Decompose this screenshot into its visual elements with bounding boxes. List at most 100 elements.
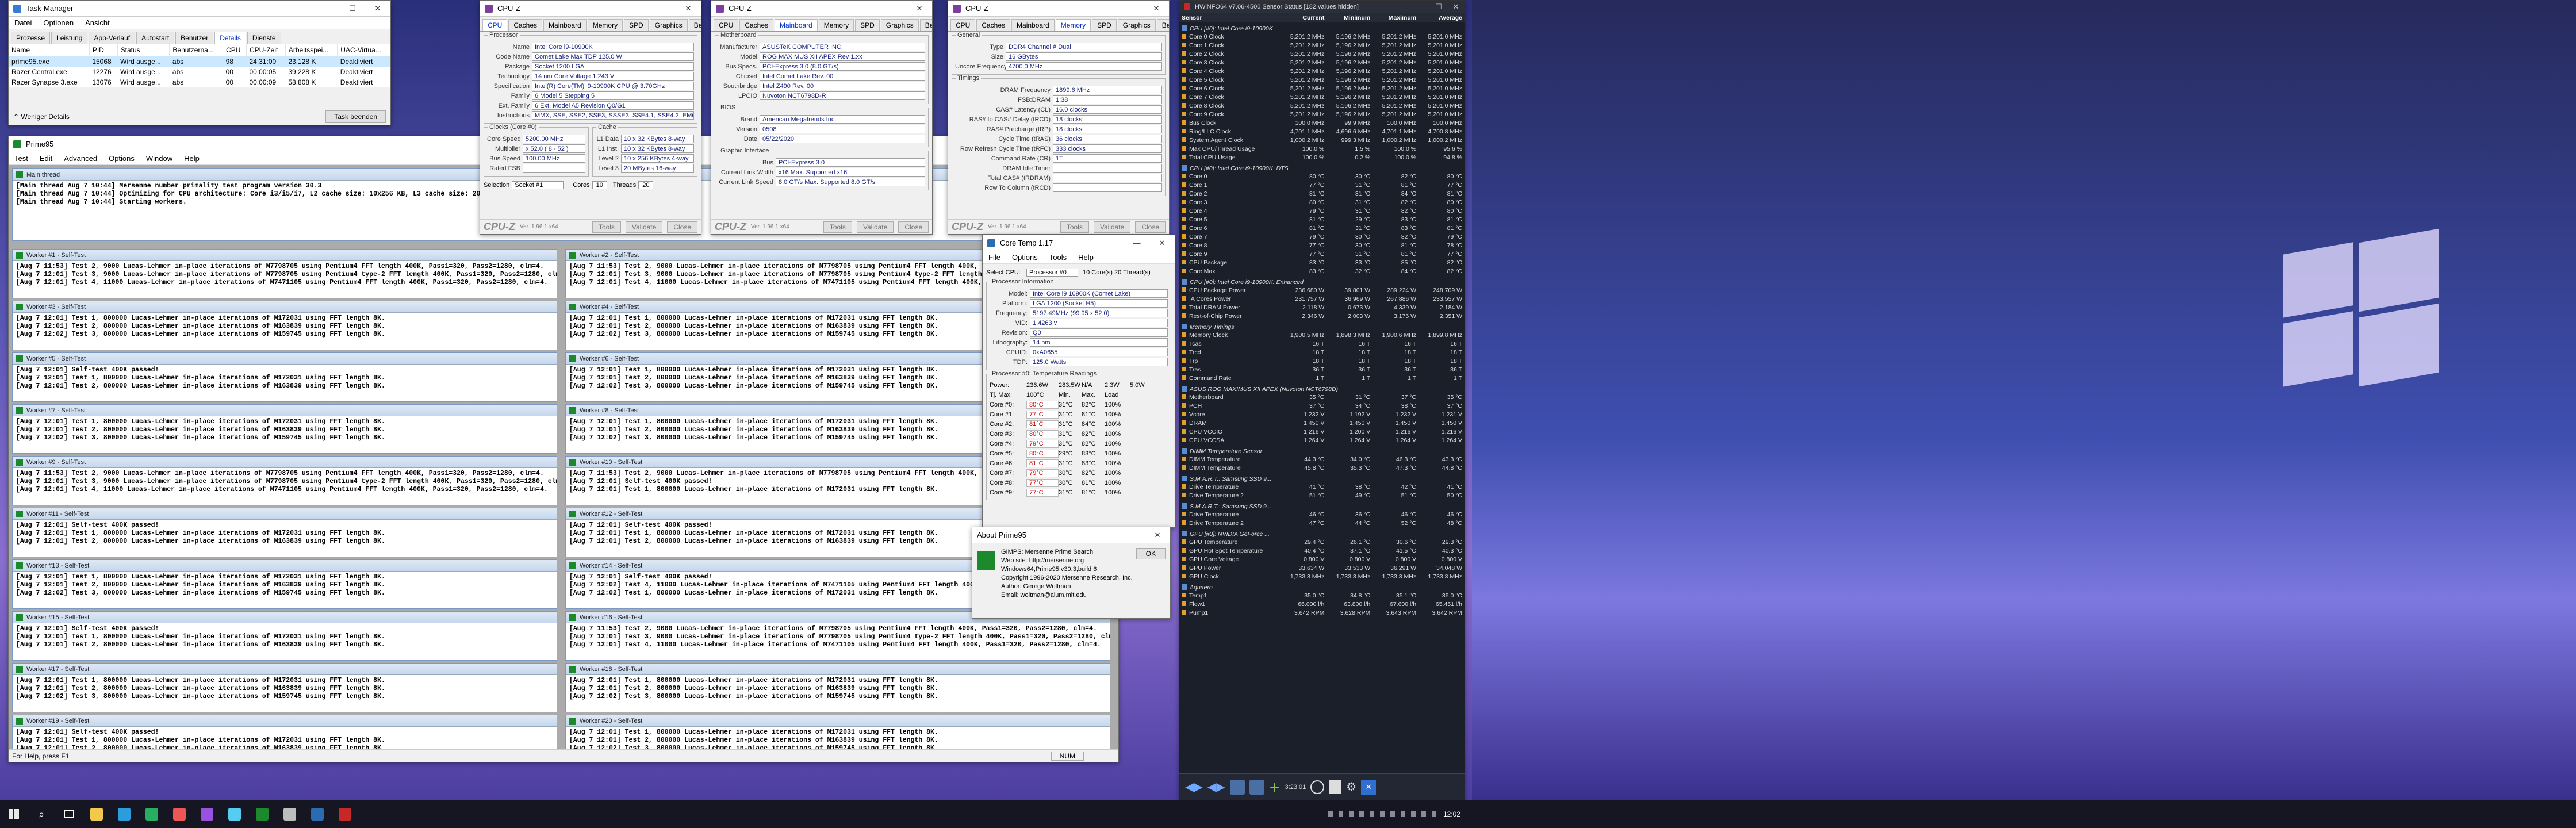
sensor-row[interactable]: DRAM 1.450 V 1.450 V 1.450 V 1.450 V xyxy=(1179,419,1465,427)
sensor-row[interactable]: Core 7 79 °C 30 °C 82 °C 79 °C xyxy=(1179,232,1465,241)
sensor-row[interactable]: CPU Package Power 236.680 W 39.801 W 289.22… xyxy=(1179,286,1465,294)
sensor-section[interactable]: CPU [#0]: Intel Core i9-10900K: Enhanced xyxy=(1179,275,1465,286)
table-row[interactable]: Razer Central.exe 12276 Wird ausge... abs 00… xyxy=(9,67,390,77)
sensor-row[interactable]: Bus Clock 100.0 MHz 99.9 MHz 100.0 MHz 100.0… xyxy=(1179,118,1465,127)
tab-bench[interactable]: Bench xyxy=(919,19,932,31)
sensor-row[interactable]: Core 0 Clock 5,201.2 MHz 5,196.2 MHz 5,201.… xyxy=(1179,32,1465,41)
sensor-row[interactable]: Core 5 Clock 5,201.2 MHz 5,196.2 MHz 5,201.… xyxy=(1179,75,1465,84)
sensor-row[interactable]: Trcd 18 T 18 T 18 T 18 T xyxy=(1179,348,1465,356)
worker-titlebar[interactable]: Worker #13 - Self-Test xyxy=(13,560,557,572)
taskbar-app-5[interactable] xyxy=(193,800,221,828)
sensor-row[interactable]: Drive Temperature 2 47 °C 44 °C 52 °C 48 °C xyxy=(1179,519,1465,527)
sensor-row[interactable]: GPU Hot Spot Temperature 40.4 °C 37.1 °C 41… xyxy=(1179,546,1465,555)
sensor-row[interactable]: Core 5 81 °C 29 °C 83 °C 81 °C xyxy=(1179,215,1465,224)
worker-titlebar[interactable]: Worker #11 - Self-Test xyxy=(13,508,557,520)
tab-cpu[interactable]: CPU xyxy=(482,19,508,31)
expand-icon[interactable] xyxy=(1182,476,1187,481)
sensor-row[interactable]: CPU VCCSA 1.264 V 1.264 V 1.264 V 1.264 V xyxy=(1179,436,1465,444)
sensor-section[interactable]: DIMM Temperature Sensor xyxy=(1179,444,1465,455)
settings-icon[interactable]: ⚙ xyxy=(1346,780,1356,794)
sensor-row[interactable]: Core 8 Clock 5,201.2 MHz 5,196.2 MHz 5,201.… xyxy=(1179,101,1465,110)
tab-cpu[interactable]: CPU xyxy=(714,19,739,31)
column-header-cpu[interactable]: CPU xyxy=(223,44,247,56)
monitor-icon[interactable] xyxy=(1249,779,1264,795)
validate-button[interactable]: Validate xyxy=(856,221,894,233)
sensor-section[interactable]: Memory Timings xyxy=(1179,320,1465,331)
worker-titlebar[interactable]: Worker #9 - Self-Test xyxy=(13,457,557,468)
sensor-row[interactable]: Core 0 80 °C 30 °C 82 °C 80 °C xyxy=(1179,172,1465,181)
expand-icon[interactable] xyxy=(1182,448,1187,454)
tab-graphics[interactable]: Graphics xyxy=(880,19,919,31)
expand-icon[interactable] xyxy=(1182,279,1187,285)
menu-item-options[interactable]: Options xyxy=(1006,253,1044,262)
worker-titlebar[interactable]: Worker #15 - Self-Test xyxy=(13,612,557,623)
minimize-icon[interactable]: — xyxy=(315,1,340,17)
sensor-row[interactable]: GPU Core Voltage 0.800 V 0.800 V 0.800 V 0.8… xyxy=(1179,555,1465,564)
tab-mainboard[interactable]: Mainboard xyxy=(775,19,818,31)
sensor-row[interactable]: Command Rate 1 T 1 T 1 T 1 T xyxy=(1179,374,1465,382)
minimize-icon[interactable]: — xyxy=(1118,1,1144,17)
sensor-row[interactable]: Trp 18 T 18 T 18 T 18 T xyxy=(1179,356,1465,365)
tab-benutzer[interactable]: Benutzer xyxy=(175,32,214,44)
sensor-row[interactable]: Rest-of-Chip Power 2.346 W 2.003 W 3.176 W 2… xyxy=(1179,312,1465,320)
worker-window-13[interactable]: Worker #13 - Self-Test [Aug 7 12:01] Test… xyxy=(12,559,557,609)
task-manager-titlebar[interactable]: Task-Manager — ☐ ✕ xyxy=(9,1,390,17)
worker-window-9[interactable]: Worker #9 - Self-Test [Aug 7 11:53] Test … xyxy=(12,456,557,505)
close-icon[interactable]: ✕ xyxy=(907,1,932,17)
worker-titlebar[interactable]: Worker #20 - Self-Test xyxy=(566,715,1110,727)
validate-button[interactable]: Validate xyxy=(625,221,663,233)
sensor-row[interactable]: Temp1 35.0 °C 34.8 °C 35.1 °C 35.0 °C xyxy=(1179,591,1465,600)
close-sensors-icon[interactable]: ✕ xyxy=(1361,779,1377,795)
sensor-row[interactable]: GPU Clock 1,733.3 MHz 1,733.3 MHz 1,733.3 M… xyxy=(1179,572,1465,581)
sensor-row[interactable]: IA Cores Power 231.757 W 36.969 W 267.886 W… xyxy=(1179,294,1465,303)
tools-button[interactable]: Tools xyxy=(823,221,852,233)
ok-button[interactable]: OK xyxy=(1136,548,1166,559)
sensor-section[interactable]: ASUS ROG MAXIMUS XII APEX (Nuvoton NCT67… xyxy=(1179,382,1465,393)
tab-spd[interactable]: SPD xyxy=(624,19,649,31)
menu-item-datei[interactable]: Datei xyxy=(9,18,37,27)
worker-window-1[interactable]: Worker #1 - Self-Test [Aug 7 11:53] Test … xyxy=(12,249,557,298)
expand-icon[interactable] xyxy=(1182,531,1187,536)
sensor-section[interactable]: S.M.A.R.T.: Samsung SSD 9... xyxy=(1179,472,1465,482)
table-row[interactable]: prime95.exe 15068 Wird ausge... abs 98 24:31:… xyxy=(9,56,390,67)
tools-button[interactable]: Tools xyxy=(1060,221,1089,233)
worker-titlebar[interactable]: Worker #19 - Self-Test xyxy=(13,715,557,727)
worker-titlebar[interactable]: Worker #3 - Self-Test xyxy=(13,301,557,313)
tab-bench[interactable]: Bench xyxy=(688,19,701,31)
column-header-benutzerna[interactable]: Benutzerna... xyxy=(169,44,224,56)
minimize-icon[interactable]: — xyxy=(1124,235,1149,251)
clock-icon[interactable] xyxy=(1310,780,1325,794)
task-view-button[interactable] xyxy=(55,800,83,828)
close-button[interactable]: Close xyxy=(898,221,929,233)
close-icon[interactable]: ✕ xyxy=(1149,235,1175,251)
sensor-row[interactable]: Core 1 77 °C 31 °C 81 °C 77 °C xyxy=(1179,181,1465,189)
worker-window-17[interactable]: Worker #17 - Self-Test [Aug 7 12:01] Test… xyxy=(12,663,557,712)
tray-icons[interactable] xyxy=(1328,811,1438,817)
taskbar-app-1[interactable] xyxy=(83,800,110,828)
tab-memory[interactable]: Memory xyxy=(1055,19,1091,31)
expand-icon[interactable] xyxy=(1182,165,1187,171)
taskbar-app-2[interactable] xyxy=(110,800,138,828)
column-header-minimum[interactable]: Minimum xyxy=(1327,13,1373,22)
sensor-row[interactable]: GPU Power 33.634 W 33.533 W 36.291 W 34.048 … xyxy=(1179,564,1465,572)
sensor-section[interactable]: CPU [#0]: Intel Core i9-10900K: DTS xyxy=(1179,162,1465,172)
search-button[interactable]: ⌕ xyxy=(28,800,55,828)
clock[interactable]: 12:02 xyxy=(1443,810,1460,818)
close-icon[interactable]: ✕ xyxy=(1145,527,1170,543)
expand-icon[interactable] xyxy=(1182,584,1187,590)
table-row[interactable]: Razer Synapse 3.exe 13076 Wird ausge... abs… xyxy=(9,77,390,87)
worker-window-3[interactable]: Worker #3 - Self-Test [Aug 7 12:01] Test … xyxy=(12,301,557,350)
tab-details[interactable]: Details xyxy=(214,32,246,44)
menu-item-window[interactable]: Window xyxy=(140,154,178,163)
sensor-row[interactable]: Core 9 77 °C 31 °C 81 °C 77 °C xyxy=(1179,250,1465,258)
sensor-row[interactable]: Tras 36 T 36 T 36 T 36 T xyxy=(1179,365,1465,374)
tab-graphics[interactable]: Graphics xyxy=(649,19,688,31)
add-icon[interactable]: ＋ xyxy=(1269,779,1281,795)
tab-dienste[interactable]: Dienste xyxy=(247,32,281,44)
menu-item-tools[interactable]: Tools xyxy=(1044,253,1072,262)
menu-item-edit[interactable]: Edit xyxy=(34,154,58,163)
sensor-row[interactable]: Drive Temperature 2 51 °C 49 °C 51 °C 50 °C xyxy=(1179,491,1465,500)
sensor-row[interactable]: Core Max 83 °C 32 °C 84 °C 82 °C xyxy=(1179,267,1465,275)
expand-icon[interactable] xyxy=(1182,25,1187,31)
taskbar-app-9[interactable] xyxy=(304,800,331,828)
